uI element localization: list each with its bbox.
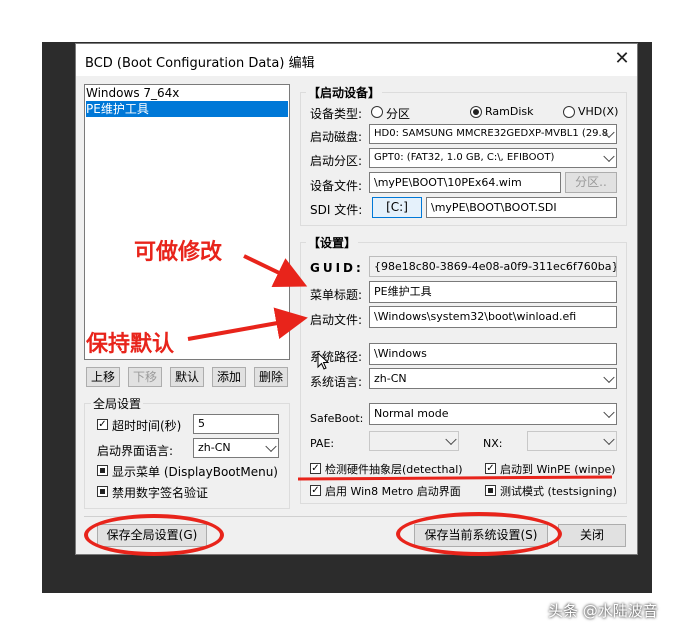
underline-detect-options	[297, 475, 613, 481]
watermark: 头条 @水陆波音	[548, 602, 658, 620]
arrow-to-boot-file	[187, 307, 308, 341]
highlight-save-current	[396, 512, 562, 556]
arrow-to-menu-title	[243, 254, 308, 287]
highlight-save-global	[84, 514, 224, 556]
